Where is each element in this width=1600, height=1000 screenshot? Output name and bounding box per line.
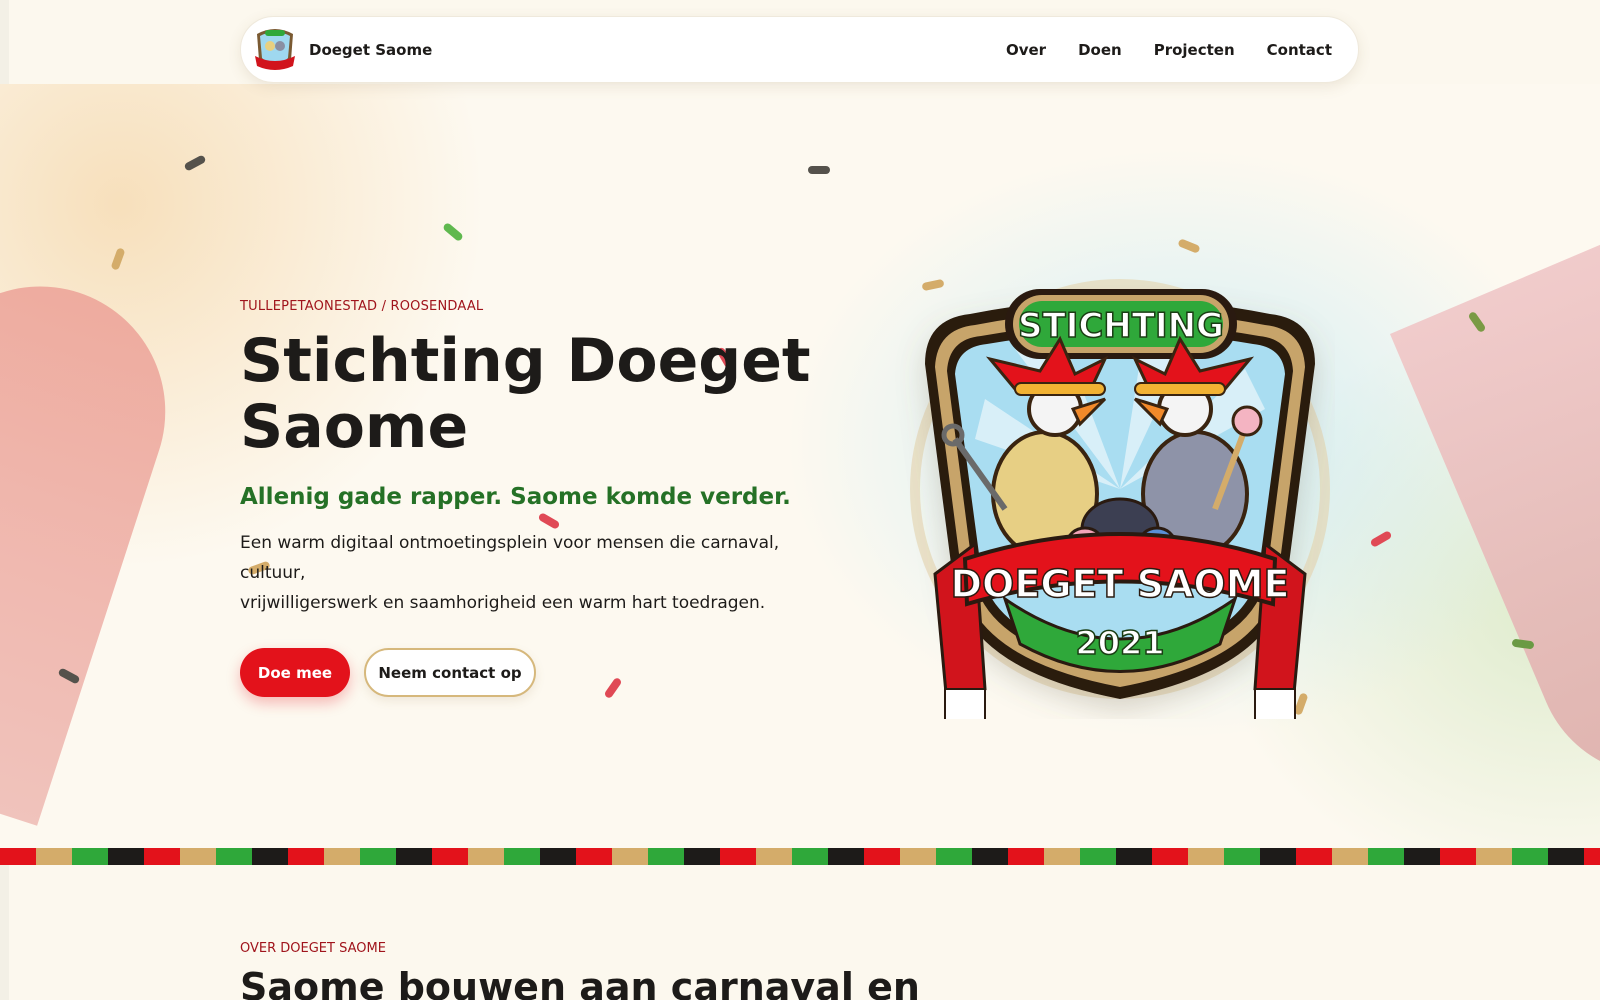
stripe-segment — [72, 848, 108, 865]
hero-description-line-1: Een warm digitaal ontmoetingsplein voor … — [240, 533, 780, 583]
confetti-piece — [1177, 238, 1201, 254]
stripe-segment — [252, 848, 288, 865]
nav-links: Over Doen Projecten Contact — [1006, 41, 1332, 59]
stripe-segment — [1296, 848, 1332, 865]
brand[interactable]: Doeget Saome — [253, 26, 432, 74]
hero-title-line-2: Saome — [240, 392, 469, 462]
nav-link-projecten[interactable]: Projecten — [1154, 41, 1235, 59]
top-nav: Doeget Saome Over Doen Projecten Contact — [240, 16, 1359, 83]
stripe-segment — [1224, 848, 1260, 865]
stripe-segment — [504, 848, 540, 865]
stripe-segment — [1008, 848, 1044, 865]
stripe-segment — [648, 848, 684, 865]
brand-name[interactable]: Doeget Saome — [309, 41, 432, 59]
page: Doeget Saome Over Doen Projecten Contact… — [0, 0, 1600, 1000]
stripe-segment — [360, 848, 396, 865]
stripe-segment — [1440, 848, 1476, 865]
stripe-segment — [1188, 848, 1224, 865]
badge-year: 2021 — [1075, 624, 1164, 662]
stripe-segment — [828, 848, 864, 865]
hero-content: TULLEPETAONESTAD / ROOSENDAAL Stichting … — [240, 299, 840, 697]
stripe-segment — [180, 848, 216, 865]
stripe-segment — [576, 848, 612, 865]
stripe-segment — [684, 848, 720, 865]
badge-top-text: STICHTING — [1018, 306, 1224, 346]
stripe-segment — [468, 848, 504, 865]
confetti-piece — [1369, 530, 1393, 548]
join-button[interactable]: Doe mee — [240, 648, 350, 697]
stripe-segment — [288, 848, 324, 865]
stripe-segment — [36, 848, 72, 865]
stripe-segment — [864, 848, 900, 865]
stripe-segment — [1548, 848, 1584, 865]
about-section: OVER DOEGET SAOME Saome bouwen aan carna… — [0, 865, 1600, 1000]
stripe-segment — [720, 848, 756, 865]
stripe-segment — [1080, 848, 1116, 865]
badge-banner-text: DOEGET SAOME — [951, 562, 1290, 606]
decorative-stripe — [0, 848, 1600, 865]
stripe-segment — [1260, 848, 1296, 865]
hero-description: Een warm digitaal ontmoetingsplein voor … — [240, 528, 820, 618]
stripe-segment — [324, 848, 360, 865]
stripe-segment — [0, 848, 36, 865]
brand-logo-icon[interactable] — [253, 26, 297, 74]
hero-section: TULLEPETAONESTAD / ROOSENDAAL Stichting … — [0, 84, 1600, 848]
about-eyebrow: OVER DOEGET SAOME — [240, 941, 386, 956]
stripe-segment — [1584, 848, 1600, 865]
stripe-segment — [1404, 848, 1440, 865]
hero-eyebrow: TULLEPETAONESTAD / ROOSENDAAL — [240, 299, 484, 314]
stripe-segment — [972, 848, 1008, 865]
stripe-segment — [108, 848, 144, 865]
hero-title-line-1: Stichting Doeget — [240, 326, 811, 396]
contact-button[interactable]: Neem contact op — [364, 648, 536, 697]
stripe-segment — [144, 848, 180, 865]
decorative-shape-left — [0, 254, 198, 826]
confetti-piece — [110, 247, 126, 271]
stripe-segment — [1116, 848, 1152, 865]
nav-link-contact[interactable]: Contact — [1267, 41, 1332, 59]
hero-buttons: Doe mee Neem contact op — [240, 648, 840, 697]
hero-description-line-2: vrijwilligerswerk en saamhorigheid een w… — [240, 593, 766, 613]
stripe-segment — [1044, 848, 1080, 865]
hero-subtitle: Allenig gade rapper. Saome komde verder. — [240, 484, 791, 510]
hero-title: Stichting Doeget Saome — [240, 328, 840, 460]
stripe-segment — [396, 848, 432, 865]
stripe-segment — [1512, 848, 1548, 865]
stripe-segment — [432, 848, 468, 865]
stripe-segment — [216, 848, 252, 865]
left-edge — [0, 0, 9, 84]
decorative-shape-right — [1390, 240, 1600, 813]
stripe-segment — [900, 848, 936, 865]
about-title: Saome bouwen aan carnaval en — [240, 965, 920, 1000]
stripe-segment — [936, 848, 972, 865]
stichting-logo-badge: STICHTING 2021 DOEGET SAOME — [895, 259, 1335, 728]
confetti-piece — [1511, 638, 1535, 650]
confetti-piece — [183, 154, 207, 172]
stripe-segment — [612, 848, 648, 865]
stripe-segment — [1152, 848, 1188, 865]
stripe-segment — [792, 848, 828, 865]
stripe-segment — [756, 848, 792, 865]
left-edge — [0, 865, 9, 1000]
nav-link-doen[interactable]: Doen — [1078, 41, 1122, 59]
nav-link-over[interactable]: Over — [1006, 41, 1046, 59]
stripe-segment — [1368, 848, 1404, 865]
stripe-segment — [540, 848, 576, 865]
confetti-piece — [442, 221, 464, 243]
stripe-segment — [1476, 848, 1512, 865]
stripe-segment — [1332, 848, 1368, 865]
confetti-piece — [808, 166, 830, 174]
